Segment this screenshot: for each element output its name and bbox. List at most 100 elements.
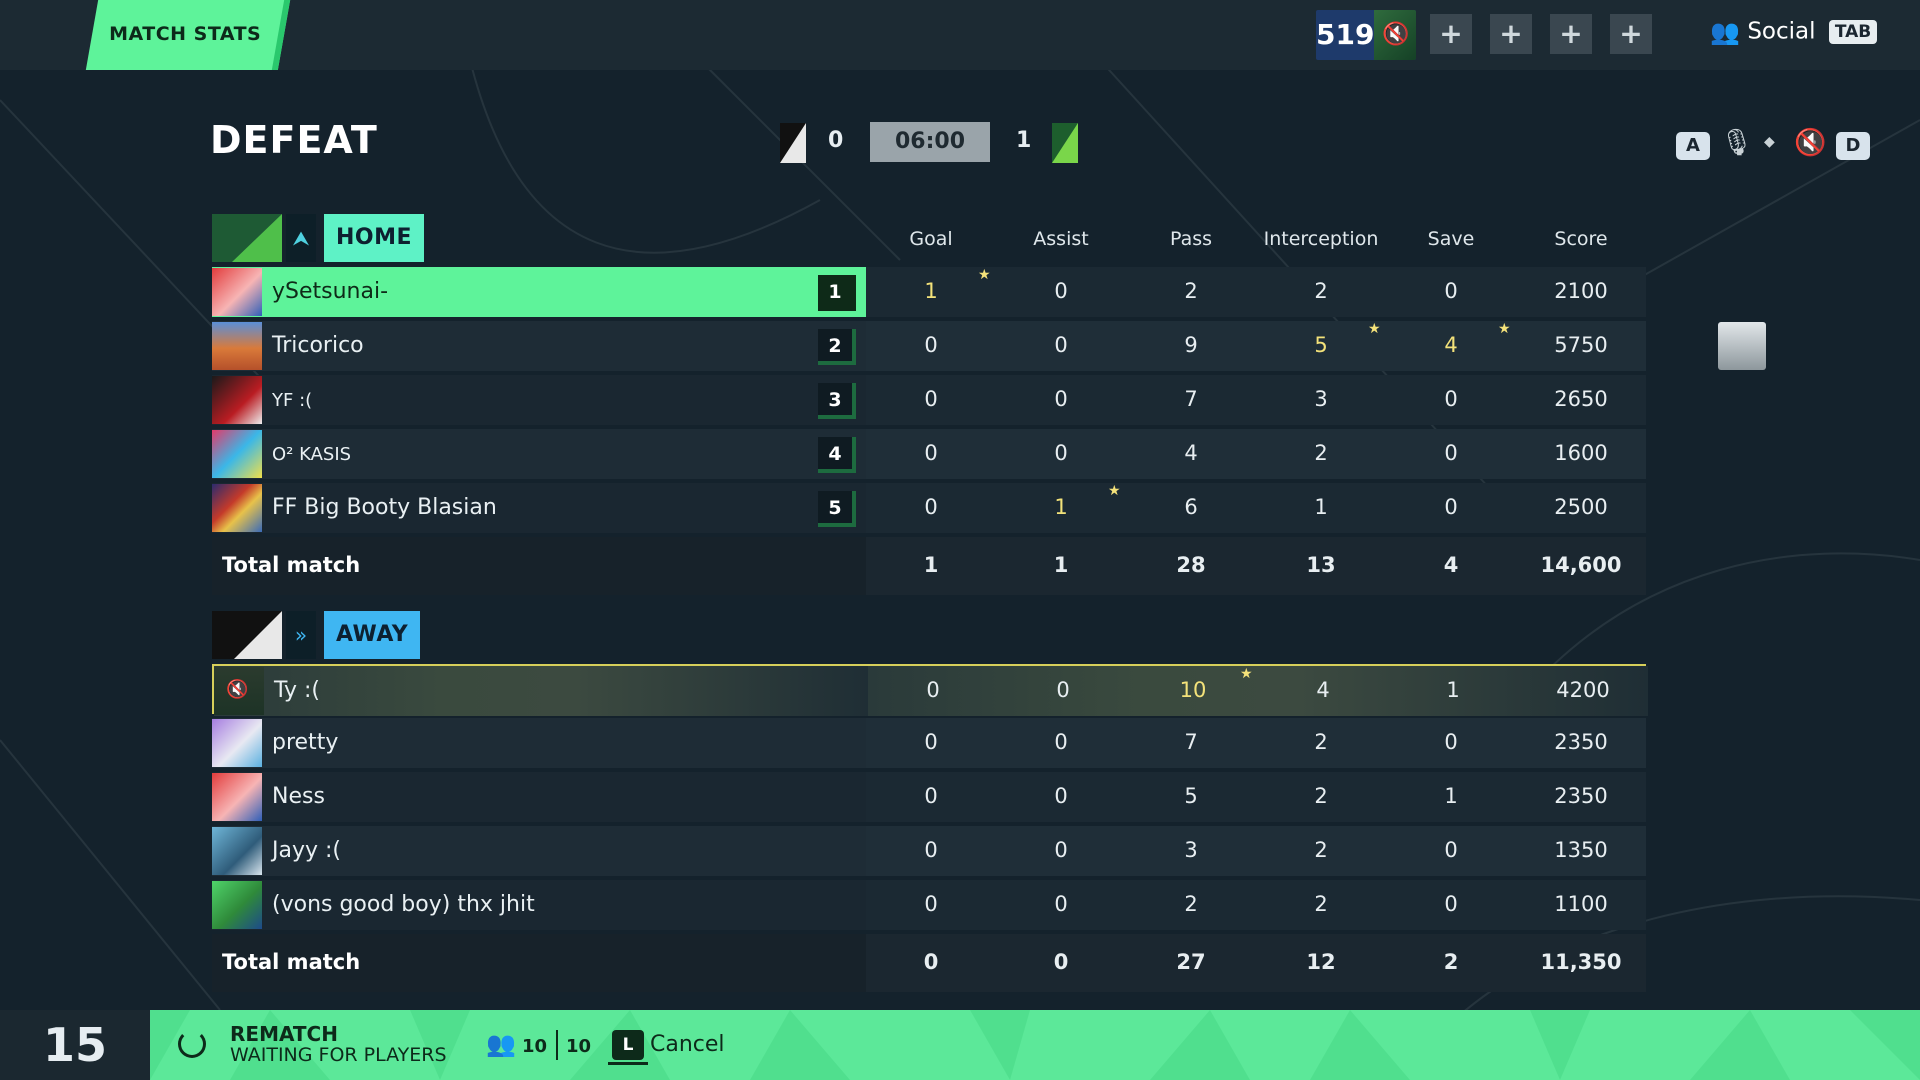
stat-interception: 1	[1314, 495, 1328, 519]
table-row-home-5[interactable]: FF Big Booty Blasian 5 0 1 ★ 6 1 0 2500	[212, 483, 1646, 533]
stat-pass: 4	[1184, 441, 1198, 465]
table-row-away-1[interactable]: 🔇 Ty :( 0 0 10 ★ 4 1 4200	[212, 664, 1648, 716]
away-team-flag-icon	[780, 123, 806, 163]
players-total-count: 10	[566, 1036, 592, 1057]
home-team-name: HOME	[324, 214, 425, 262]
table-row-away-2[interactable]: pretty 0 0 7 2 0 2350	[212, 718, 1646, 768]
stat-interception: 3	[1314, 387, 1328, 411]
total-assist: 0	[1053, 950, 1069, 974]
total-pass: 28	[1176, 553, 1206, 577]
total-save: 2	[1443, 950, 1459, 974]
player-name: FF Big Booty Blasian	[272, 495, 497, 520]
tab-match-stats[interactable]: MATCH STATS	[85, 0, 291, 70]
stat-assist: 1	[1054, 495, 1068, 519]
stat-interception: 5	[1314, 333, 1328, 357]
player-rank: 2	[818, 329, 856, 365]
stat-goal: 0	[924, 838, 938, 862]
stat-pass: 2	[1184, 892, 1198, 916]
mute-icon: 🔇	[226, 679, 249, 700]
loading-spinner-icon	[178, 1030, 206, 1058]
stat-assist: 0	[1054, 892, 1068, 916]
player-name: Ty :(	[274, 678, 321, 703]
stat-score: 2350	[1554, 784, 1608, 808]
column-header-goal: Goal	[909, 228, 953, 250]
player-rank: 1	[818, 275, 856, 311]
table-row-home-2[interactable]: Tricorico 2 0 0 9 5 ★ 4 ★ 5750	[212, 321, 1646, 371]
stat-goal: 0	[924, 730, 938, 754]
add-slot-button-2[interactable]: +	[1490, 14, 1532, 54]
stat-interception: 2	[1314, 838, 1328, 862]
total-pass: 27	[1176, 950, 1206, 974]
key-d-hint[interactable]: D	[1836, 132, 1870, 160]
table-row-away-5[interactable]: (vons good boy) thx jhit 0 0 2 2 0 1100	[212, 880, 1646, 930]
stat-goal: 1	[924, 279, 938, 303]
stat-pass: 2	[1184, 279, 1198, 303]
add-slot-button-4[interactable]: +	[1610, 14, 1652, 54]
countdown-timer: 15	[0, 1010, 150, 1080]
stat-save: 0	[1444, 730, 1458, 754]
total-label: Total match	[222, 553, 361, 577]
social-button[interactable]: 👥 Social TAB	[1710, 18, 1878, 52]
cancel-key-hint[interactable]: L	[612, 1030, 644, 1060]
player-name: YF :(	[272, 390, 313, 411]
star-icon: ★	[978, 267, 991, 283]
stat-score: 1350	[1554, 838, 1608, 862]
player-name: ySetsunai-	[272, 279, 389, 304]
player-name: Jayy :(	[272, 838, 341, 863]
stat-pass: 10	[1179, 678, 1207, 702]
stat-interception: 2	[1314, 730, 1328, 754]
column-header-assist: Assist	[1033, 228, 1089, 250]
mic-muted-icon[interactable]: 🎙	[1720, 128, 1753, 158]
away-score: 1	[1016, 128, 1032, 153]
stat-interception: 2	[1314, 784, 1328, 808]
player-name: Tricorico	[272, 333, 364, 358]
key-a-hint[interactable]: A	[1676, 132, 1710, 160]
stat-assist: 0	[1054, 333, 1068, 357]
stat-score: 5750	[1554, 333, 1608, 357]
stat-interception: 2	[1314, 441, 1328, 465]
player-name: pretty	[272, 730, 339, 755]
stat-score: 2650	[1554, 387, 1608, 411]
avatar	[212, 881, 262, 929]
stat-assist: 0	[1056, 678, 1070, 702]
player-name: Ness	[272, 784, 325, 809]
stat-score: 2500	[1554, 495, 1608, 519]
table-row-home-4[interactable]: O² KASIS 4 0 0 4 2 0 1600	[212, 429, 1646, 479]
total-goal: 0	[923, 950, 939, 974]
table-row-away-3[interactable]: Ness 0 0 5 2 1 2350	[212, 772, 1646, 822]
currency-amount: 519	[1316, 18, 1375, 51]
table-row-away-4[interactable]: Jayy :( 0 0 3 2 0 1350	[212, 826, 1646, 876]
stat-goal: 0	[924, 784, 938, 808]
social-label: Social	[1747, 18, 1816, 45]
home-total-row: Total match 1 1 28 13 4 14,600	[212, 537, 1646, 595]
star-icon: ★	[1108, 483, 1121, 499]
stat-save: 0	[1444, 892, 1458, 916]
speaker-muted-icon[interactable]: 🔇	[1794, 128, 1826, 158]
avatar	[212, 430, 262, 478]
stat-assist: 0	[1054, 784, 1068, 808]
away-total-row: Total match 0 0 27 12 2 11,350	[212, 934, 1646, 992]
add-slot-button-1[interactable]: +	[1430, 14, 1472, 54]
table-row-home-1[interactable]: ySetsunai- 1 1 ★ 0 2 2 0 2100	[212, 267, 1646, 317]
add-slot-button-3[interactable]: +	[1550, 14, 1592, 54]
currency-widget[interactable]: 519 🔇	[1316, 10, 1416, 60]
avatar	[212, 268, 262, 316]
total-score: 14,600	[1540, 553, 1622, 577]
cancel-button[interactable]: Cancel	[650, 1032, 725, 1057]
match-result: DEFEAT	[210, 118, 378, 162]
mute-icon: 🔇	[1382, 22, 1410, 47]
players-icon: 👥	[486, 1030, 516, 1058]
column-header-save: Save	[1427, 228, 1475, 250]
stat-pass: 5	[1184, 784, 1198, 808]
rematch-status: WAITING FOR PLAYERS	[230, 1044, 447, 1066]
scrollbar-thumb[interactable]	[1718, 322, 1766, 370]
away-rank-icon: »	[286, 611, 316, 659]
stat-save: 0	[1444, 495, 1458, 519]
table-row-home-3[interactable]: YF :( 3 0 0 7 3 0 2650	[212, 375, 1646, 425]
separator-dot-icon: ◆	[1764, 134, 1775, 150]
avatar	[212, 322, 262, 370]
stat-goal: 0	[924, 892, 938, 916]
cancel-key-underline	[608, 1062, 648, 1065]
column-header-score: Score	[1554, 228, 1608, 250]
stat-save: 0	[1444, 279, 1458, 303]
